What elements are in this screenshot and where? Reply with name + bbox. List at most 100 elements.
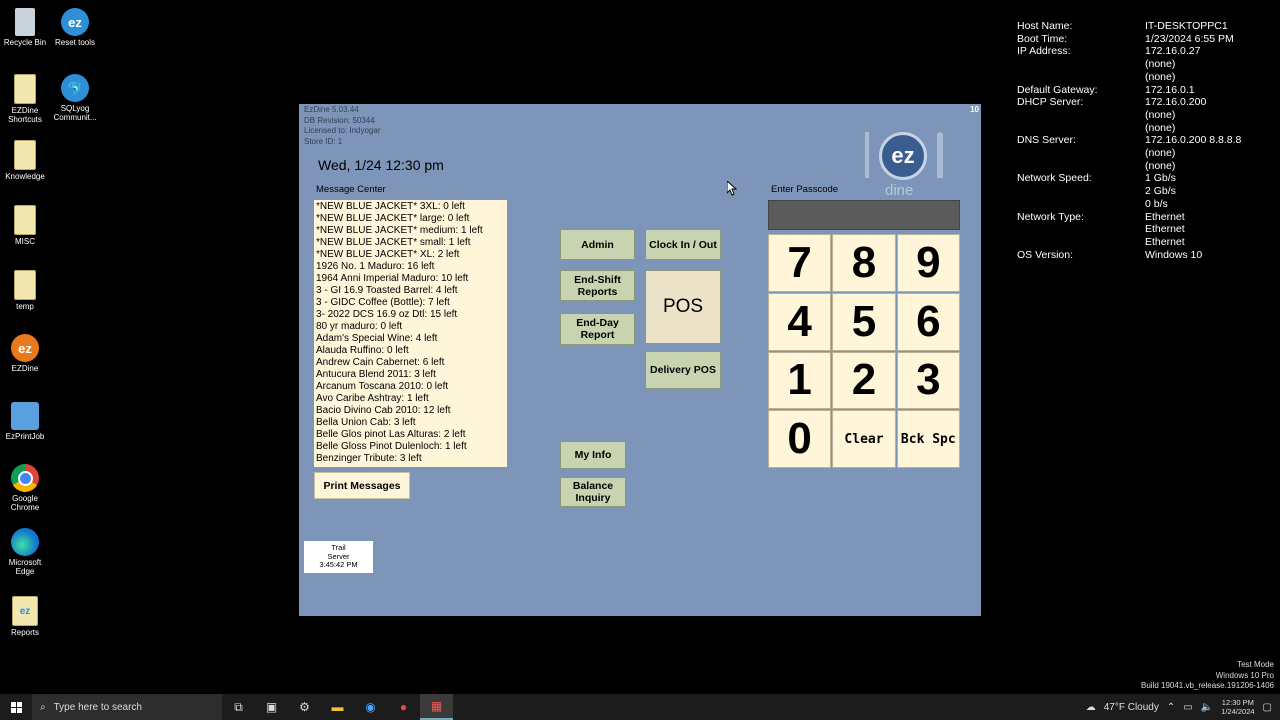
keypad-key-9[interactable]: 9 bbox=[896, 234, 960, 292]
system-info-value: (none) bbox=[1145, 58, 1176, 71]
task-view-icon[interactable]: ⧉ bbox=[222, 694, 255, 720]
system-info-row: 0 b/s bbox=[1017, 198, 1241, 211]
clock-in-out-button[interactable]: Clock In / Out bbox=[645, 229, 721, 260]
system-info-row: DHCP Server: 172.16.0.200 bbox=[1017, 96, 1241, 109]
desktop-icon-misc[interactable]: MISC bbox=[0, 205, 50, 246]
taskbar-app-store-icon[interactable]: ▣ bbox=[255, 694, 288, 720]
keypad-key-0[interactable]: 0 bbox=[768, 410, 832, 468]
system-info-key bbox=[1017, 223, 1145, 236]
taskbar-settings-icon[interactable]: ⚙ bbox=[288, 694, 321, 720]
desktop-icon-google-chrome[interactable]: Google Chrome bbox=[0, 464, 50, 512]
message-item: 3 - GIDC Coffee (Bottle): 7 left bbox=[316, 297, 450, 308]
message-item: 1926 No. 1 Maduro: 16 left bbox=[316, 261, 435, 272]
desktop-icon-label: Reset tools bbox=[54, 38, 96, 47]
system-info-value: Ethernet bbox=[1145, 210, 1185, 223]
system-info-value: 0 b/s bbox=[1145, 197, 1168, 210]
keypad-key-7[interactable]: 7 bbox=[768, 234, 832, 292]
version-line: EzDine 5.03.44 bbox=[304, 105, 359, 114]
taskbar-clock[interactable]: 12:30 PM 1/24/2024 bbox=[1221, 698, 1254, 716]
start-button[interactable] bbox=[0, 694, 32, 720]
volume-icon[interactable]: 🔈 bbox=[1201, 702, 1213, 713]
knife-icon bbox=[937, 132, 943, 178]
system-info-value: 2 Gb/s bbox=[1145, 185, 1176, 198]
keypad-key-8[interactable]: 8 bbox=[832, 234, 896, 292]
system-info-value: Ethernet bbox=[1145, 223, 1185, 236]
message-item: *NEW BLUE JACKET* medium: 1 left bbox=[316, 225, 483, 236]
system-info-value: Ethernet bbox=[1145, 235, 1185, 248]
keypad-key-4[interactable]: 4 bbox=[768, 292, 832, 351]
windows-watermark: Test Mode Windows 10 Pro Build 19041.vb_… bbox=[1141, 660, 1274, 692]
end-shift-reports-button[interactable]: End-Shift Reports bbox=[560, 270, 635, 301]
desktop-icon-label: temp bbox=[16, 302, 34, 311]
message-item: *NEW BLUE JACKET* small: 1 left bbox=[316, 237, 471, 248]
end-day-report-button[interactable]: End-Day Report bbox=[560, 313, 635, 345]
server-time-line: 3:45:42 PM bbox=[319, 560, 358, 569]
system-info-value: (none) bbox=[1145, 70, 1176, 83]
show-hidden-icons-icon[interactable]: ⌃ bbox=[1167, 702, 1175, 713]
taskbar-file-explorer-icon[interactable]: ▬ bbox=[321, 694, 354, 720]
taskbar-ezdine-icon[interactable]: ▦ bbox=[420, 694, 453, 720]
message-center-list[interactable]: *NEW BLUE JACKET* 3XL: 0 left *NEW BLUE J… bbox=[314, 200, 507, 467]
keypad-key-5[interactable]: 5 bbox=[832, 292, 896, 351]
taskbar-chrome-icon[interactable]: ● bbox=[387, 694, 420, 720]
desktop-icon-label: Knowledge bbox=[5, 172, 45, 181]
keypad-key-6[interactable]: 6 bbox=[896, 292, 960, 351]
taskbar-search-box[interactable]: ⌕ Type here to search bbox=[32, 694, 222, 720]
message-item: *NEW BLUE JACKET* large: 0 left bbox=[316, 213, 470, 224]
keypad-key-3[interactable]: 3 bbox=[896, 351, 960, 410]
system-info-value: 172.16.0.27 bbox=[1145, 45, 1201, 58]
message-item: Belle Gloss Pinot Dulenloch: 1 left bbox=[316, 441, 467, 452]
system-info-row: 2 Gb/s bbox=[1017, 185, 1241, 198]
system-info-key bbox=[1017, 185, 1145, 198]
system-info-value: 172.16.0.1 bbox=[1145, 83, 1195, 96]
keypad-clear-key[interactable]: Clear bbox=[832, 410, 896, 468]
desktop-icon-label: EzPrintJob bbox=[5, 432, 45, 441]
desktop-icon-knowledge[interactable]: Knowledge bbox=[0, 140, 50, 181]
delivery-pos-button[interactable]: Delivery POS bbox=[645, 351, 721, 389]
keypad-key-1[interactable]: 1 bbox=[768, 351, 832, 410]
desktop-icon-recycle-bin[interactable]: Recycle Bin bbox=[0, 8, 50, 47]
system-info-key: Boot Time: bbox=[1017, 32, 1068, 45]
desktop-icon-microsoft-edge[interactable]: Microsoft Edge bbox=[0, 528, 50, 576]
notifications-icon[interactable]: ▢ bbox=[1263, 702, 1272, 713]
system-info-row: (none) bbox=[1017, 147, 1241, 160]
system-info-row: OS Version: Windows 10 bbox=[1017, 249, 1241, 262]
balance-inquiry-button[interactable]: Balance Inquiry bbox=[560, 477, 626, 507]
file-icon bbox=[14, 205, 36, 235]
desktop-icon-ezdine-shortcuts[interactable]: EZDine Shortcuts bbox=[0, 74, 50, 124]
print-messages-button[interactable]: Print Messages bbox=[314, 472, 410, 499]
network-icon[interactable]: ▭ bbox=[1183, 702, 1192, 713]
edge-icon bbox=[11, 528, 39, 556]
weather-text[interactable]: 47°F Cloudy bbox=[1104, 702, 1159, 713]
desktop-icon-sqlyog[interactable]: 🐬 SQLyog Communit... bbox=[50, 74, 100, 122]
desktop-icon-temp[interactable]: temp bbox=[0, 270, 50, 311]
desktop-icon-reports[interactable]: ez Reports bbox=[0, 596, 50, 637]
taskbar-teamviewer-icon[interactable]: ◉ bbox=[354, 694, 387, 720]
desktop-icon-ezdine[interactable]: ez EZDine bbox=[0, 334, 50, 373]
passcode-field[interactable] bbox=[768, 200, 960, 230]
desktop-icon-ezprintjob[interactable]: EzPrintJob bbox=[0, 402, 50, 441]
fork-icon bbox=[865, 132, 869, 178]
message-item: Benzinger Tribute: 3 left bbox=[316, 453, 422, 464]
keypad-backspace-key[interactable]: Bck Spc bbox=[896, 410, 960, 468]
desktop-icon-reset-tools[interactable]: ez Reset tools bbox=[50, 8, 100, 47]
desktop-icon-label: Reports bbox=[10, 628, 39, 637]
desktop-icon-label: Microsoft Edge bbox=[8, 558, 42, 576]
system-info-key: OS Version: bbox=[1017, 248, 1074, 261]
version-line: Store ID: 1 bbox=[304, 136, 343, 146]
system-info-key: Network Type: bbox=[1017, 210, 1084, 223]
admin-button[interactable]: Admin bbox=[560, 229, 635, 260]
system-info-key bbox=[1017, 109, 1145, 122]
message-item: Belle Glos pinot Las Alturas: 2 left bbox=[316, 429, 466, 440]
keypad-key-2[interactable]: 2 bbox=[832, 351, 896, 410]
ezdine-window: EzDine 5.03.44 DB Revision: 50344 Licens… bbox=[299, 104, 981, 616]
system-info-row: (none) bbox=[1017, 160, 1241, 173]
pos-button[interactable]: POS bbox=[645, 270, 721, 344]
ez-icon: ez bbox=[61, 8, 89, 36]
system-info-row: (none) bbox=[1017, 58, 1241, 71]
version-line: DB Revision: 50344 bbox=[304, 115, 375, 125]
my-info-button[interactable]: My Info bbox=[560, 441, 626, 469]
message-item: 80 yr maduro: 0 left bbox=[316, 321, 403, 332]
search-icon: ⌕ bbox=[40, 701, 46, 713]
corner-indicator: 10 bbox=[970, 105, 979, 114]
